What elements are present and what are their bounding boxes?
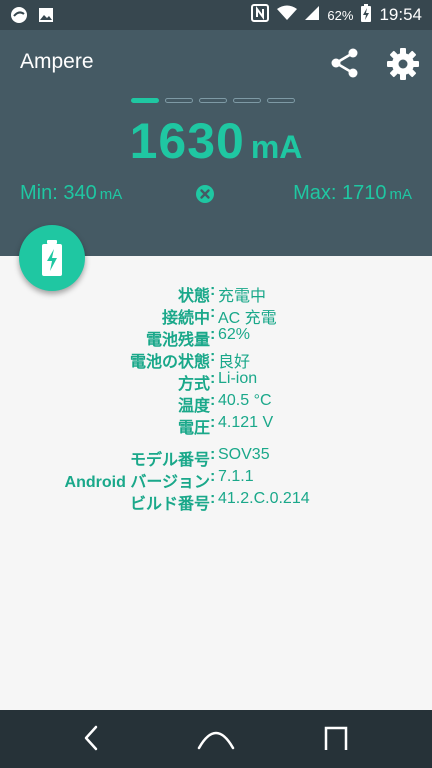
info-row-temperature: 温度 : 40.5 °C: [0, 392, 432, 415]
min-value: 340: [63, 182, 97, 204]
info-label: 接続中: [161, 310, 210, 327]
info-separator: :: [210, 490, 216, 507]
info-row-status: 状態 : 充電中: [0, 282, 432, 305]
info-value: SOV35: [218, 446, 270, 463]
max-reading: Max: 1710 mA: [293, 182, 412, 205]
min-unit: mA: [99, 186, 123, 203]
info-label: 電池の状態: [129, 354, 210, 371]
recents-button[interactable]: [322, 724, 350, 756]
back-icon: [84, 725, 98, 751]
header: Ampere 1630 mA Min: 340 mA Max: 1710 mA: [0, 30, 432, 256]
page-dot[interactable]: [233, 98, 261, 103]
settings-icon: [387, 48, 419, 80]
info-row-model: モデル番号 : SOV35: [0, 446, 432, 469]
info-separator: :: [210, 370, 216, 387]
min-label: Min:: [20, 182, 58, 204]
signal-icon: [305, 6, 320, 24]
battery-charging-icon: [42, 240, 62, 276]
min-reading: Min: 340 mA: [20, 182, 122, 205]
navigation-bar: [0, 710, 432, 768]
info-value: 7.1.1: [218, 468, 254, 485]
info-row-battery-level: 電池残量 : 62%: [0, 326, 432, 349]
max-unit: mA: [389, 186, 413, 203]
page-dot-active[interactable]: [131, 98, 159, 103]
close-icon: [200, 189, 210, 199]
info-row-voltage: 電圧 : 4.121 V: [0, 414, 432, 437]
recents-icon: [324, 726, 348, 750]
info-label: ビルド番号: [129, 496, 210, 513]
share-button[interactable]: [328, 46, 362, 80]
page-dot[interactable]: [165, 98, 193, 103]
battery-percent: 62%: [327, 7, 354, 23]
info-row-android-version: Android バージョン : 7.1.1: [0, 468, 432, 491]
battery-info-list: 状態 : 充電中 接続中 : AC 充電 電池残量 : 62% 電池の状態 : …: [0, 282, 432, 513]
info-row-battery-health: 電池の状態 : 良好: [0, 348, 432, 371]
info-label: 方式: [177, 376, 210, 393]
info-separator: :: [210, 348, 216, 365]
info-separator: :: [210, 414, 216, 431]
battery-charging-icon: [361, 4, 372, 26]
info-row-connection: 接続中 : AC 充電: [0, 304, 432, 327]
info-value: Li-ion: [218, 370, 258, 387]
settings-button[interactable]: [384, 45, 422, 83]
nfc-icon: [251, 4, 270, 26]
current-unit: mA: [250, 129, 303, 165]
max-value: 1710: [342, 182, 387, 204]
current-reading: 1630 mA: [0, 112, 432, 170]
info-label: モデル番号: [129, 452, 210, 469]
info-label: 電圧: [177, 420, 210, 437]
info-row-technology: 方式 : Li-ion: [0, 370, 432, 393]
info-value: 良好: [218, 354, 251, 371]
info-label: 状態: [177, 288, 210, 305]
info-group-spacer: [0, 436, 432, 446]
info-label: 電池残量: [145, 332, 210, 349]
info-value: 41.2.C.0.214: [218, 490, 310, 507]
app-notification-icon: [10, 6, 28, 28]
page-dot[interactable]: [199, 98, 227, 103]
app-title: Ampere: [20, 50, 94, 73]
home-button[interactable]: [196, 724, 236, 756]
info-label: 温度: [177, 398, 210, 415]
info-separator: :: [210, 446, 216, 463]
info-row-build-number: ビルド番号 : 41.2.C.0.214: [0, 490, 432, 513]
info-value: AC 充電: [218, 310, 277, 327]
wifi-icon: [277, 5, 298, 25]
info-separator: :: [210, 304, 216, 321]
info-separator: :: [210, 282, 216, 299]
info-separator: :: [210, 468, 216, 485]
info-separator: :: [210, 326, 216, 343]
info-separator: :: [210, 392, 216, 409]
info-value: 4.121 V: [218, 414, 274, 431]
share-icon: [331, 48, 358, 78]
info-label: Android バージョン: [64, 474, 210, 491]
image-icon: [38, 7, 54, 27]
status-time: 19:54: [379, 5, 422, 24]
info-value: 62%: [218, 326, 251, 343]
page-dot[interactable]: [267, 98, 295, 103]
status-bar: 62% 19:54: [0, 0, 432, 30]
info-value: 40.5 °C: [218, 392, 272, 409]
home-icon: [197, 731, 235, 750]
info-value: 充電中: [218, 288, 267, 305]
max-label: Max:: [293, 182, 337, 204]
page-indicator: [131, 98, 295, 103]
reset-minmax-button[interactable]: [196, 185, 214, 203]
back-button[interactable]: [80, 724, 104, 756]
current-value: 1630: [129, 113, 245, 169]
